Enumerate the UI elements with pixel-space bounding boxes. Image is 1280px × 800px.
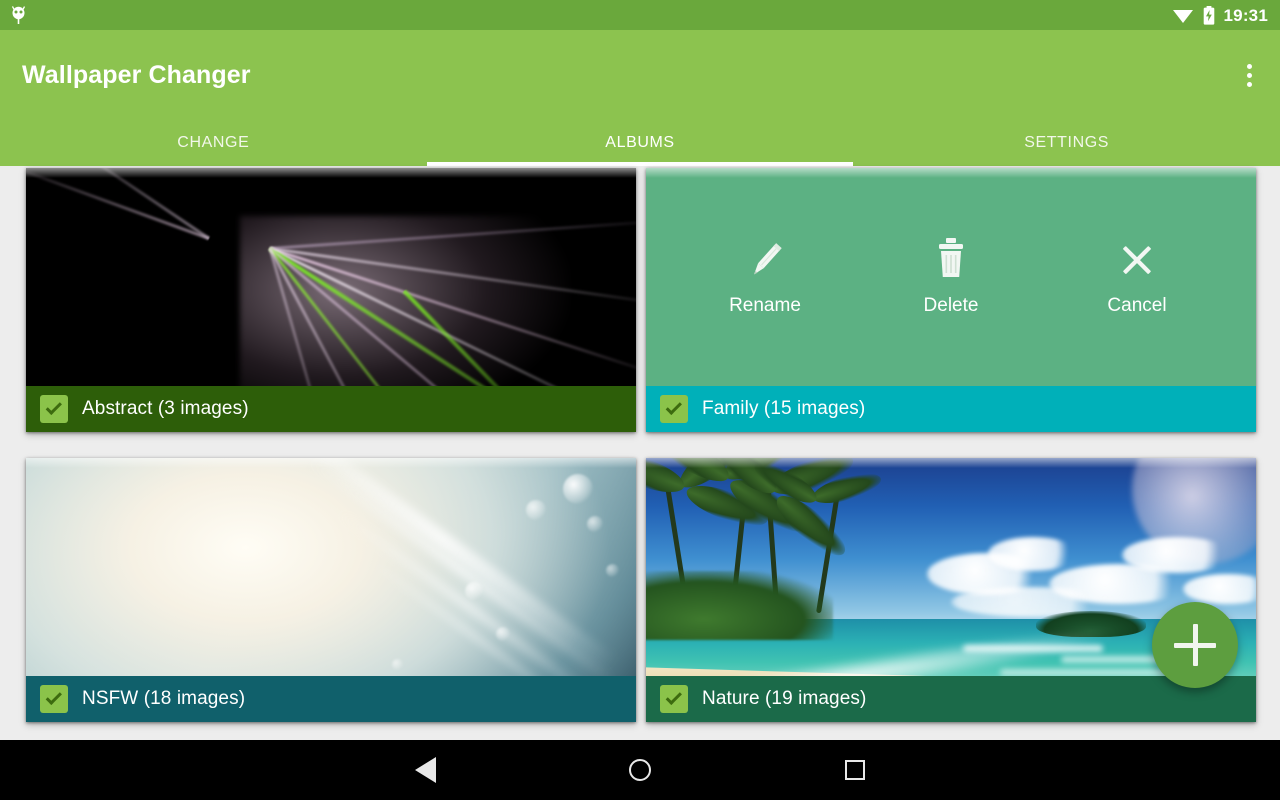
overflow-menu-button[interactable] [1218, 30, 1280, 120]
albums-grid: Abstract (3 images) Rename Delete Cancel… [0, 166, 1280, 740]
add-album-fab[interactable] [1152, 602, 1238, 688]
album-label-bar-abstract[interactable]: Abstract (3 images) [26, 386, 636, 432]
nav-back-button[interactable] [318, 740, 533, 800]
overflow-menu-icon-dot3 [1246, 81, 1252, 87]
delete-label: Delete [923, 295, 979, 316]
cancel-button[interactable]: Cancel [1062, 237, 1212, 317]
nav-recents-button[interactable] [748, 740, 963, 800]
battery-charging-icon [1203, 5, 1214, 25]
album-label-bar-family[interactable]: Family (15 images) [646, 386, 1256, 432]
tab-change[interactable]: CHANGE [0, 120, 427, 166]
album-label-bar-nsfw[interactable]: NSFW (18 images) [26, 676, 636, 722]
album-checkbox-abstract[interactable] [40, 395, 68, 423]
wifi-icon [1172, 9, 1193, 23]
status-bar-clock: 19:31 [1223, 5, 1268, 25]
delete-button[interactable]: Delete [876, 237, 1026, 317]
back-triangle-icon [414, 757, 436, 783]
album-name-nsfw: NSFW (18 images) [82, 688, 246, 709]
tab-bar: CHANGE ALBUMS SETTINGS [0, 120, 1280, 166]
album-actions-overlay: Rename Delete Cancel [646, 168, 1256, 386]
recents-square-icon [845, 760, 865, 780]
close-x-icon [1116, 237, 1158, 281]
app-screen: 19:31 Wallpaper Changer CHANGE ALBUMS SE… [0, 0, 1280, 800]
album-label-bar-nature[interactable]: Nature (19 images) [646, 676, 1256, 722]
album-checkbox-family[interactable] [660, 395, 688, 423]
pencil-icon [743, 237, 787, 281]
album-name-family: Family (15 images) [702, 398, 866, 419]
android-robot-icon [11, 5, 26, 24]
home-circle-icon [629, 759, 651, 781]
album-card-family[interactable]: Rename Delete Cancel Family (15 images) [646, 168, 1256, 432]
status-bar-notifications [10, 5, 1172, 25]
album-name-nature: Nature (19 images) [702, 688, 867, 709]
cancel-label: Cancel [1107, 295, 1167, 316]
status-bar-system-icons: 19:31 [1172, 5, 1268, 25]
album-card-nature[interactable]: Nature (19 images) [646, 458, 1256, 722]
overflow-menu-icon-dot2 [1246, 72, 1252, 78]
plus-icon-vertical [1192, 624, 1198, 666]
app-bar: Wallpaper Changer [0, 30, 1280, 120]
system-navigation-bar [0, 740, 1280, 800]
tab-change-label: CHANGE [177, 134, 250, 151]
trash-icon [932, 237, 970, 281]
page-title: Wallpaper Changer [22, 60, 251, 89]
rename-button[interactable]: Rename [690, 237, 840, 317]
tab-settings-label: SETTINGS [1024, 134, 1110, 151]
tab-albums[interactable]: ALBUMS [426, 120, 854, 166]
nav-home-button[interactable] [533, 740, 748, 800]
album-card-abstract[interactable]: Abstract (3 images) [26, 168, 636, 432]
album-card-nsfw[interactable]: NSFW (18 images) [26, 458, 636, 722]
tab-settings[interactable]: SETTINGS [853, 120, 1280, 166]
album-checkbox-nature[interactable] [660, 685, 688, 713]
album-name-abstract: Abstract (3 images) [82, 398, 249, 419]
rename-label: Rename [729, 295, 801, 316]
album-checkbox-nsfw[interactable] [40, 685, 68, 713]
tab-albums-label: ALBUMS [605, 134, 675, 151]
status-bar: 19:31 [0, 0, 1280, 30]
overflow-menu-icon [1246, 63, 1252, 69]
